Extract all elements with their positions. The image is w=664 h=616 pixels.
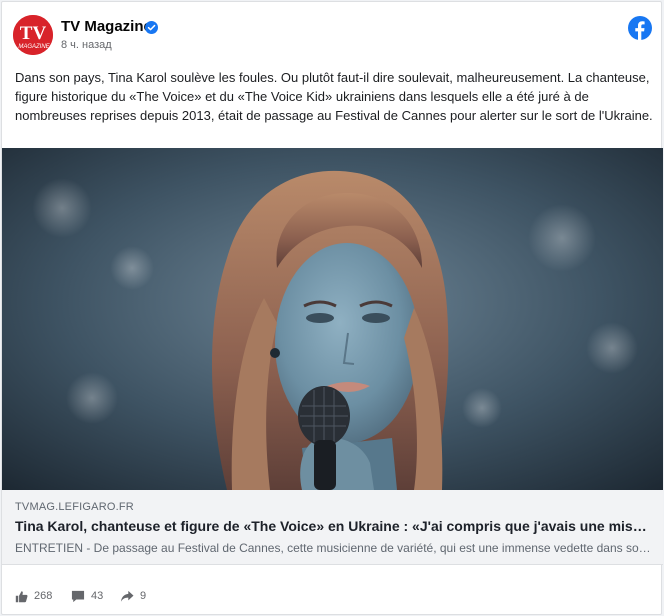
post-footer: 268 43 9 [2,577,661,615]
link-domain: TVMAG.LEFIGARO.FR [15,501,134,513]
svg-text:MAGAZINE: MAGAZINE [18,44,50,50]
post-text: Dans son pays, Tina Karol soulève les fo… [15,70,653,123]
link-preview[interactable]: TVMAG.LEFIGARO.FR Tina Karol, chanteuse … [2,490,663,565]
like-count-value: 268 [34,590,53,602]
svg-text:TV: TV [20,23,47,44]
post-image[interactable] [2,148,663,490]
like-count[interactable]: 268 [15,587,52,605]
like-icon [15,590,28,602]
comment-count-value: 43 [91,590,104,602]
facebook-logo-icon[interactable] [628,16,652,40]
share-icon [120,590,134,602]
page-avatar[interactable]: TV MAGAZINE [13,15,53,55]
share-count[interactable]: 9 [120,587,146,605]
tv-magazine-logo: TV MAGAZINE [13,15,53,55]
comment-icon [71,590,85,602]
singer-photo [2,148,663,490]
post-timestamp[interactable]: 8 ч. назад [61,39,112,51]
verified-badge-icon [145,21,158,34]
link-description: ENTRETIEN - De passage au Festival de Ca… [15,541,651,555]
comment-count[interactable]: 43 [71,587,103,605]
share-count-value: 9 [140,590,147,602]
page-name[interactable]: TV Magazine [61,18,152,35]
post-header: TV MAGAZINE TV Magazine 8 ч. назад [2,2,661,62]
link-title[interactable]: Tina Karol, chanteuse et figure de «The … [15,518,651,534]
post-card: TV MAGAZINE TV Magazine 8 ч. назад Dans … [1,1,663,615]
